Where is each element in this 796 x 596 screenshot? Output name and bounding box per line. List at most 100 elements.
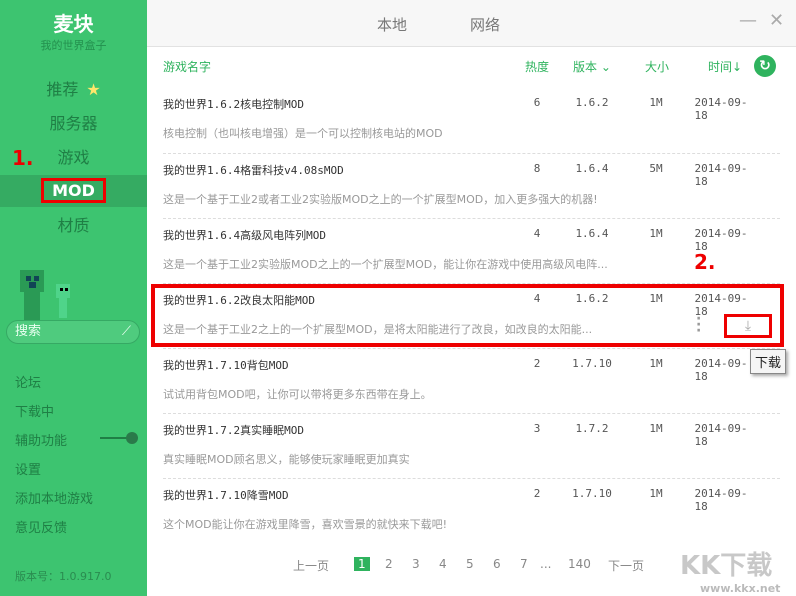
mod-row[interactable]: 我的世界1.7.10背包MOD 试试用背包MOD吧，让你可以带将更多东西带在身上… (163, 348, 780, 413)
link-forum[interactable]: 论坛 (15, 372, 41, 391)
refresh-icon[interactable]: ↻ (754, 55, 776, 77)
nav-label: MOD (41, 178, 106, 203)
mod-description: 这是一个基于工业2实验版MOD之上的一个扩展型MOD，能让你在游戏中使用高级风电… (163, 258, 608, 271)
mod-heat: 6 (533, 96, 541, 109)
nav-label: 推荐 (46, 80, 79, 99)
mod-title[interactable]: 我的世界1.7.10降雪MOD (163, 487, 289, 503)
search-placeholder: 搜索 (15, 324, 42, 339)
mod-date: 2014-09-18 (694, 422, 748, 448)
mod-row[interactable]: 我的世界1.6.2核电控制MOD 核电控制（也叫核电增强）是一个可以控制核电站的… (163, 88, 780, 153)
col-name[interactable]: 游戏名字 (163, 58, 211, 75)
mod-row[interactable]: 我的世界1.7.10降雪MOD 这个MOD能让你在游戏里降雪，喜欢雪景的就快来下… (163, 478, 780, 543)
toggle-knob[interactable] (126, 432, 138, 444)
next-page[interactable]: 下一页 (608, 557, 644, 574)
nav-servers[interactable]: 服务器 (0, 108, 147, 140)
prev-page[interactable]: 上一页 (293, 557, 329, 574)
link-settings[interactable]: 设置 (15, 459, 41, 478)
star-icon: ★ (86, 80, 101, 99)
page-140[interactable]: 140 (568, 557, 591, 571)
mod-description: 核电控制（也叫核电增强）是一个可以控制核电站的MOD (163, 127, 443, 140)
mod-title[interactable]: 我的世界1.7.10背包MOD (163, 357, 289, 373)
mod-version: 1.6.2 (575, 96, 609, 109)
nav-textures[interactable]: 材质 (0, 210, 147, 242)
link-feedback[interactable]: 意见反馈 (15, 517, 67, 536)
mod-size: 1M (649, 227, 663, 240)
mod-size: 1M (649, 422, 663, 435)
mod-heat: 4 (533, 227, 541, 240)
page-6[interactable]: 6 (493, 557, 501, 571)
mod-title[interactable]: 我的世界1.7.2真实睡眠MOD (163, 422, 304, 438)
mod-version: 1.7.2 (575, 422, 609, 435)
app-logo: 麦块 (53, 12, 94, 36)
mod-version: 1.7.10 (572, 357, 612, 370)
download-button[interactable]: ⤓ (724, 314, 772, 338)
mod-date: 2014-09-18 (694, 96, 748, 122)
page-5[interactable]: 5 (466, 557, 474, 571)
page-4[interactable]: 4 (439, 557, 447, 571)
download-tooltip: 下载 (750, 349, 787, 374)
col-version[interactable]: 版本 ⌄ (573, 58, 611, 75)
tab-local[interactable]: 本地 (377, 14, 407, 35)
mod-size: 1M (649, 96, 663, 109)
watermark-url: www.kkx.net (700, 582, 781, 595)
watermark-logo: KK下载 (680, 551, 773, 581)
mod-heat: 2 (533, 357, 541, 370)
mod-version: 1.6.4 (575, 162, 609, 175)
mod-heat: 3 (533, 422, 541, 435)
mod-version: 1.7.10 (572, 487, 612, 500)
page-7[interactable]: 7 (520, 557, 528, 571)
mod-heat: 8 (533, 162, 541, 175)
creeper-illustration (20, 270, 70, 320)
assist-toggle[interactable] (100, 432, 138, 444)
top-bar: 本地 网络 — ✕ (147, 0, 796, 47)
mod-date: 2014-09-18 (694, 357, 748, 383)
link-downloading[interactable]: 下载中 (15, 401, 54, 420)
link-add-local-game[interactable]: 添加本地游戏 (15, 488, 93, 507)
mod-row[interactable]: 我的世界1.7.2真实睡眠MOD 真实睡眠MOD顾名思义，能够使玩家睡眠更加真实… (163, 413, 780, 478)
mod-date: 2014-09-18 (694, 487, 748, 513)
col-heat[interactable]: 热度 (525, 58, 549, 75)
more-options-icon[interactable]: · · · (696, 312, 701, 338)
mod-size: 1M (649, 357, 663, 370)
mod-description: 真实睡眠MOD顾名思义，能够使玩家睡眠更加真实 (163, 453, 410, 466)
col-time[interactable]: 时间↓ (708, 58, 742, 75)
page-2[interactable]: 2 (385, 557, 393, 571)
mod-date: 2014-09-18 (694, 162, 748, 188)
tab-network[interactable]: 网络 (470, 14, 500, 35)
col-time-label: 时间 (708, 60, 733, 74)
search-input[interactable]: 搜索 ⟋ (6, 320, 140, 344)
app-subtitle: 我的世界盒子 (40, 39, 107, 52)
page-ellipsis: ... (540, 557, 552, 571)
mod-description: 试试用背包MOD吧，让你可以带将更多东西带在身上。 (163, 388, 432, 401)
col-size[interactable]: 大小 (645, 58, 669, 75)
version-label: 版本号：1.0.917.0 (15, 570, 112, 583)
mod-version: 1.6.4 (575, 227, 609, 240)
mod-title[interactable]: 我的世界1.6.4格雷科技v4.08sMOD (163, 162, 344, 178)
annotation-1: 1. (12, 146, 34, 170)
col-version-label: 版本 (573, 60, 598, 74)
sort-down-icon: ↓ (732, 60, 743, 74)
mod-title[interactable]: 我的世界1.6.4高级风电阵列MOD (163, 227, 326, 243)
highlight-box (151, 284, 784, 347)
chevron-down-icon: ⌄ (600, 60, 611, 74)
mod-row[interactable]: 我的世界1.6.4高级风电阵列MOD 这是一个基于工业2实验版MOD之上的一个扩… (163, 218, 780, 283)
mod-title[interactable]: 我的世界1.6.2核电控制MOD (163, 96, 304, 112)
mod-size: 5M (649, 162, 663, 175)
download-icon: ⤓ (744, 318, 752, 334)
page-1[interactable]: 1 (354, 557, 370, 571)
nav-recommend[interactable]: 推荐 ★ (0, 74, 147, 106)
sidebar: 麦块 我的世界盒子 推荐 ★ 服务器 游戏 1. MOD 材质 搜索 ⟋ 论坛 下载… (0, 0, 147, 596)
mod-size: 1M (649, 487, 663, 500)
mod-row[interactable]: 我的世界1.6.4格雷科技v4.08sMOD 这是一个基于工业2或者工业2实验版… (163, 153, 780, 218)
mod-description: 这个MOD能让你在游戏里降雪，喜欢雪景的就快来下载吧! (163, 518, 448, 531)
close-icon[interactable]: ✕ (769, 10, 784, 31)
mod-description: 这是一个基于工业2或者工业2实验版MOD之上的一个扩展型MOD，加入更多强大的机… (163, 193, 598, 206)
nav-mod[interactable]: MOD (0, 175, 147, 207)
link-assist[interactable]: 辅助功能 (15, 430, 67, 449)
annotation-2: 2. (694, 250, 716, 274)
mod-heat: 2 (533, 487, 541, 500)
column-header: 游戏名字 热度 版本 ⌄ 大小 时间↓ ↻ (163, 55, 780, 78)
minimize-icon[interactable]: — (739, 10, 757, 31)
page-3[interactable]: 3 (412, 557, 420, 571)
pickaxe-search-icon[interactable]: ⟋ (122, 321, 131, 343)
